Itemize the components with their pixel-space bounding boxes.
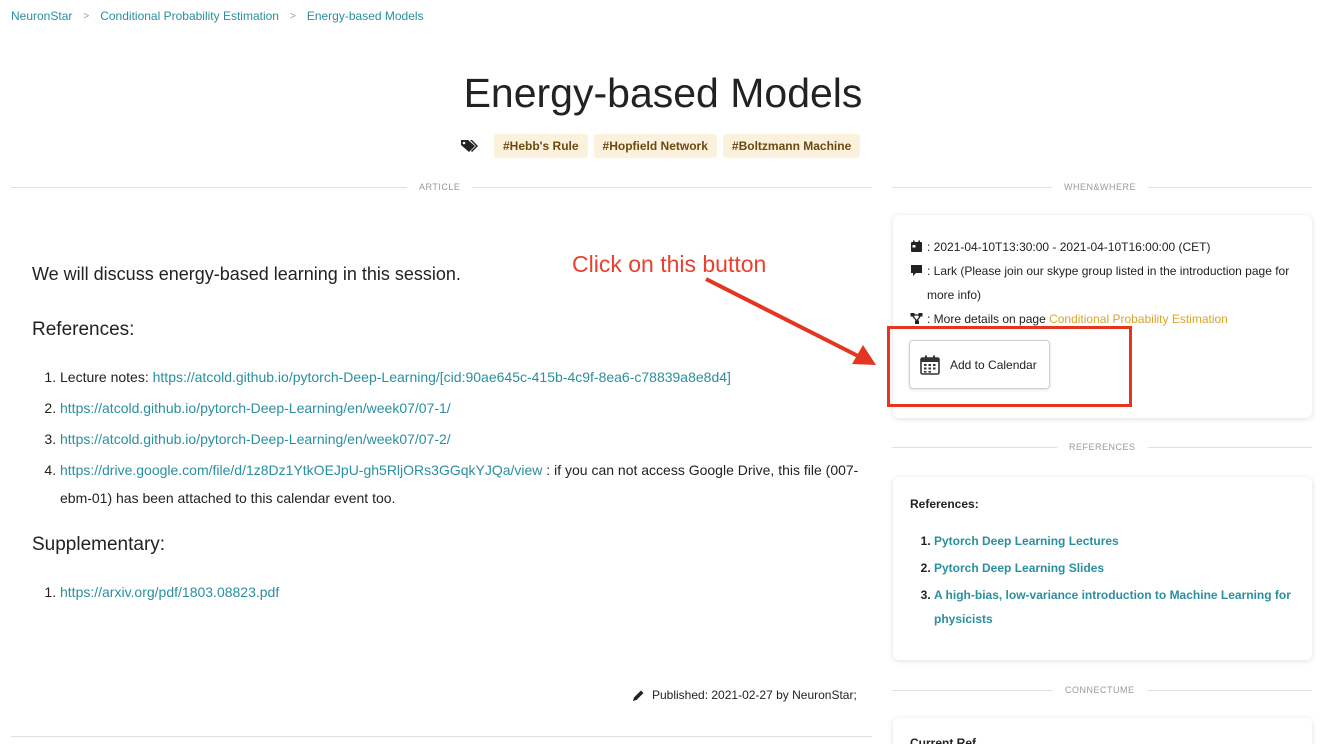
breadcrumb: NeuronStar > Conditional Probability Est…	[11, 9, 424, 23]
ref4-link[interactable]: https://drive.google.com/file/d/1z8Dz1Yt…	[60, 462, 542, 478]
references-card: References: Pytorch Deep Learning Lectur…	[893, 477, 1312, 660]
ref3-link[interactable]: https://atcold.github.io/pytorch-Deep-Le…	[60, 431, 451, 447]
connectume-card-heading: Current Ref...	[910, 736, 987, 744]
tag-list: #Hebb's Rule #Hopfield Network #Boltzman…	[460, 134, 861, 158]
list-item: A high-bias, low-variance introduction t…	[934, 583, 1295, 631]
annotation-arrow-icon	[705, 277, 876, 365]
ref-high-bias-link[interactable]: A high-bias, low-variance introduction t…	[934, 588, 1291, 626]
tags-icon	[461, 140, 478, 152]
ref1-link[interactable]: https://atcold.github.io/pytorch-Deep-Le…	[153, 369, 731, 385]
ref1-prefix: Lecture notes:	[60, 369, 153, 385]
supp1-link[interactable]: https://arxiv.org/pdf/1803.08823.pdf	[60, 584, 279, 600]
article-section-label: ARTICLE	[407, 182, 473, 192]
when-where-section-label: WHEN&WHERE	[1052, 182, 1148, 192]
supplementary-heading: Supplementary:	[32, 534, 166, 555]
comment-icon	[911, 265, 922, 276]
breadcrumb-conditional-probability[interactable]: Conditional Probability Estimation	[100, 9, 279, 23]
event-time-row: : 2021-04-10T13:30:00 - 2021-04-10T16:00…	[910, 235, 1295, 259]
tag-hebbs-rule[interactable]: #Hebb's Rule	[494, 134, 588, 158]
ref2-link[interactable]: https://atcold.github.io/pytorch-Deep-Le…	[60, 400, 451, 416]
article-bottom-divider	[11, 736, 872, 737]
event-time: : 2021-04-10T13:30:00 - 2021-04-10T16:00…	[927, 240, 1211, 254]
event-details-prefix: : More details on page	[927, 312, 1050, 326]
list-item: https://atcold.github.io/pytorch-Deep-Le…	[60, 425, 872, 453]
ref-pytorch-lectures-link[interactable]: Pytorch Deep Learning Lectures	[934, 534, 1119, 548]
references-card-list: Pytorch Deep Learning Lectures Pytorch D…	[910, 529, 1295, 631]
connectume-card: Current Ref...	[893, 718, 1312, 744]
breadcrumb-separator: >	[83, 10, 90, 22]
sitemap-icon	[910, 313, 923, 324]
tag-boltzmann-machine[interactable]: #Boltzmann Machine	[722, 134, 861, 158]
references-section-label: REFERENCES	[1057, 442, 1148, 452]
ref-pytorch-slides-link[interactable]: Pytorch Deep Learning Slides	[934, 561, 1104, 575]
published-info: Published: 2021-02-27 by NeuronStar;	[632, 688, 857, 702]
supplementary-list: https://arxiv.org/pdf/1803.08823.pdf	[32, 578, 872, 606]
published-text: Published: 2021-02-27 by NeuronStar;	[652, 688, 857, 702]
list-item: Pytorch Deep Learning Lectures	[934, 529, 1295, 553]
tag-hopfield-network[interactable]: #Hopfield Network	[593, 134, 717, 158]
calendar-icon	[911, 240, 922, 252]
event-location-row: : Lark (Please join our skype group list…	[910, 259, 1295, 307]
annotation-highlight-box	[887, 326, 1132, 407]
event-details-link[interactable]: Conditional Probability Estimation	[1049, 312, 1228, 326]
page-title: Energy-based Models	[463, 70, 863, 116]
breadcrumb-neuronstar[interactable]: NeuronStar	[11, 9, 72, 23]
breadcrumb-separator: >	[289, 10, 296, 22]
list-item: https://arxiv.org/pdf/1803.08823.pdf	[60, 578, 872, 606]
references-list: Lecture notes: https://atcold.github.io/…	[32, 363, 872, 512]
list-item: https://atcold.github.io/pytorch-Deep-Le…	[60, 394, 872, 422]
pencil-icon	[633, 690, 644, 701]
event-location: : Lark (Please join our skype group list…	[927, 264, 1290, 302]
breadcrumb-energy-based-models[interactable]: Energy-based Models	[307, 9, 424, 23]
connectume-section-label: CONNECTUME	[1053, 685, 1147, 695]
references-card-heading: References:	[910, 497, 979, 511]
list-item: https://drive.google.com/file/d/1z8Dz1Yt…	[60, 456, 872, 512]
list-item: Pytorch Deep Learning Slides	[934, 556, 1295, 580]
